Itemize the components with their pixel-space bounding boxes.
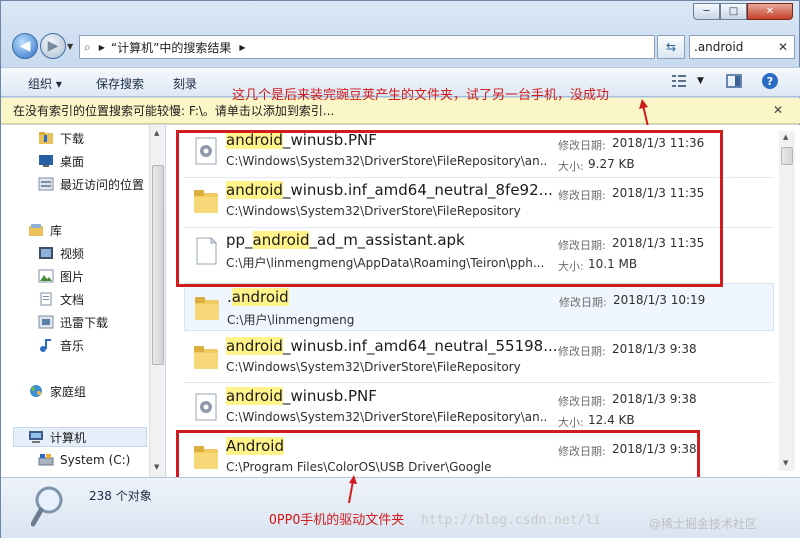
item-size: 12.4 KB — [588, 413, 635, 427]
scroll-up-icon[interactable]: ▲ — [154, 129, 159, 137]
list-item[interactable]: android_winusb.inf_amd64_neutral_55198..… — [184, 333, 774, 381]
item-size-label: 大小: — [558, 416, 584, 429]
info-bar-text: 在没有索引的位置搜索可能较慢: F:\。请单击以添加到索引... — [13, 104, 335, 118]
item-date: 2018/1/3 9:38 — [612, 342, 697, 356]
item-date-label: 修改日期: — [558, 345, 606, 358]
video-icon — [39, 247, 53, 259]
chevron-right-icon[interactable]: ▶ — [239, 43, 245, 52]
recent-pages-dropdown[interactable]: ▼ — [67, 42, 73, 51]
item-path: C:\Windows\System32\DriverStore\FileRepo… — [226, 410, 548, 424]
search-results-pane: android_winusb.PNF C:\Windows\System32\D… — [166, 125, 800, 481]
search-magnifier-icon — [31, 486, 63, 527]
nav-item-music[interactable]: 音乐 — [38, 336, 84, 354]
nav-item-pictures[interactable]: 图片 — [38, 267, 84, 285]
desktop-icon — [39, 155, 53, 167]
navigation-pane: 下载 桌面 最近访问的位置 库 视频 图片 文档 迅雷下载 音乐 家庭组 计算机… — [1, 125, 165, 477]
recent-places-icon — [38, 177, 54, 191]
item-name: android_winusb.inf_amd64_neutral_55198..… — [226, 337, 558, 355]
search-input[interactable]: .android ✕ — [689, 35, 795, 59]
nav-item-homegroup[interactable]: 家庭组 — [28, 382, 86, 400]
scroll-up-icon[interactable]: ▲ — [783, 133, 788, 141]
nav-item-downloads[interactable]: 下载 — [38, 129, 84, 147]
close-infobar-icon[interactable]: ✕ — [773, 103, 783, 117]
drive-icon — [38, 454, 54, 466]
computer-icon — [29, 431, 43, 443]
item-date-label: 修改日期: — [559, 296, 607, 309]
view-list-icon — [672, 75, 686, 87]
nav-item-documents[interactable]: 文档 — [38, 290, 84, 308]
nav-scroll-thumb[interactable] — [152, 165, 164, 365]
organize-button[interactable]: 组织 ▾ — [28, 75, 62, 92]
back-button[interactable]: ◀ — [12, 33, 38, 59]
breadcrumb[interactable]: “计算机”中的搜索结果 — [111, 39, 231, 56]
nav-item-desktop[interactable]: 桌面 — [38, 152, 84, 170]
item-count: 238 个对象 — [89, 489, 152, 503]
refresh-button[interactable]: ⇆ — [657, 35, 685, 59]
item-path: C:\Windows\System32\DriverStore\FileRepo… — [226, 360, 521, 374]
music-icon — [40, 339, 51, 352]
forward-button[interactable]: ▶ — [40, 33, 66, 59]
scroll-down-icon[interactable]: ▼ — [154, 463, 159, 471]
results-scrollbar[interactable]: ▲ ▼ — [779, 131, 795, 471]
minimize-button[interactable]: ─ — [693, 3, 720, 20]
view-options-button[interactable]: ▼ — [671, 73, 704, 89]
preview-pane-button[interactable] — [726, 73, 742, 89]
watermark-site: @稀土掘金技术社区 — [649, 517, 758, 531]
refresh-icon: ⇆ — [665, 40, 677, 54]
nav-item-libraries[interactable]: 库 — [28, 221, 62, 239]
chevron-right-icon[interactable]: ▶ — [99, 43, 105, 52]
explorer-window: ─ □ ✕ ◀ ▶ ▼ ⌕ ▶ “计算机”中的搜索结果 ▶ ⇆ .android… — [0, 0, 800, 538]
address-bar[interactable]: ⌕ ▶ “计算机”中的搜索结果 ▶ — [79, 35, 655, 59]
close-button[interactable]: ✕ — [747, 3, 793, 20]
item-date: 2018/1/3 9:38 — [612, 392, 697, 406]
preview-pane-icon — [726, 74, 742, 88]
clear-search-icon[interactable]: ✕ — [778, 40, 788, 54]
annotation-arrow-up-icon — [348, 475, 357, 504]
item-date-label: 修改日期: — [558, 395, 606, 408]
scroll-down-icon[interactable]: ▼ — [783, 459, 788, 467]
settings-file-icon — [195, 393, 217, 421]
results-scroll-thumb[interactable] — [781, 147, 793, 165]
library-icon — [29, 224, 43, 236]
arrow-left-icon: ◀ — [19, 38, 31, 54]
burn-button[interactable]: 刻录 — [173, 75, 197, 92]
item-name: android_winusb.PNF — [226, 387, 377, 405]
list-item[interactable]: android_winusb.PNF C:\Windows\System32\D… — [184, 383, 774, 431]
homegroup-icon — [30, 385, 42, 397]
arrow-right-icon: ▶ — [47, 38, 59, 54]
window-controls: ─ □ ✕ — [693, 3, 793, 20]
list-item[interactable]: .android C:\用户\linmengmeng 修改日期: 2018/1/… — [184, 283, 774, 331]
address-row: ◀ ▶ ▼ ⌕ ▶ “计算机”中的搜索结果 ▶ ⇆ .android ✕ — [1, 31, 800, 63]
nav-item-computer[interactable]: 计算机 — [28, 428, 86, 446]
item-path: C:\用户\linmengmeng — [227, 313, 355, 327]
folder-icon — [195, 297, 219, 320]
help-button[interactable]: ? — [762, 73, 778, 89]
search-icon: ⌕ — [84, 39, 91, 54]
watermark-url: http://blog.csdn.net/li — [421, 513, 602, 528]
annotation-bottom: OPPO手机的驱动文件夹 — [269, 513, 405, 528]
pictures-icon — [38, 269, 54, 283]
downloads-folder-icon — [39, 132, 53, 144]
annotation-box-recent-files — [176, 130, 723, 287]
save-search-button[interactable]: 保存搜索 — [96, 75, 144, 92]
chevron-down-icon: ▼ — [697, 76, 704, 86]
nav-item-system-drive[interactable]: System (C:) — [38, 451, 130, 469]
item-date: 2018/1/3 10:19 — [613, 293, 706, 307]
thunder-download-icon — [38, 315, 54, 329]
nav-item-recent-places[interactable]: 最近访问的位置 — [38, 175, 144, 193]
annotation-top: 这几个是后来装完豌豆荚产生的文件夹，试了另一台手机，没成功 — [232, 88, 610, 103]
maximize-button[interactable]: □ — [720, 3, 747, 20]
folder-icon — [194, 346, 218, 369]
item-name: .android — [227, 288, 289, 306]
search-input-value: .android — [694, 40, 744, 54]
nav-item-thunder-downloads[interactable]: 迅雷下载 — [38, 313, 108, 331]
help-icon: ? — [762, 73, 778, 89]
nav-scrollbar[interactable]: ▲ ▼ — [149, 125, 165, 477]
nav-item-videos[interactable]: 视频 — [38, 244, 84, 262]
documents-icon — [40, 292, 52, 306]
annotation-box-oppo-driver — [176, 430, 700, 481]
